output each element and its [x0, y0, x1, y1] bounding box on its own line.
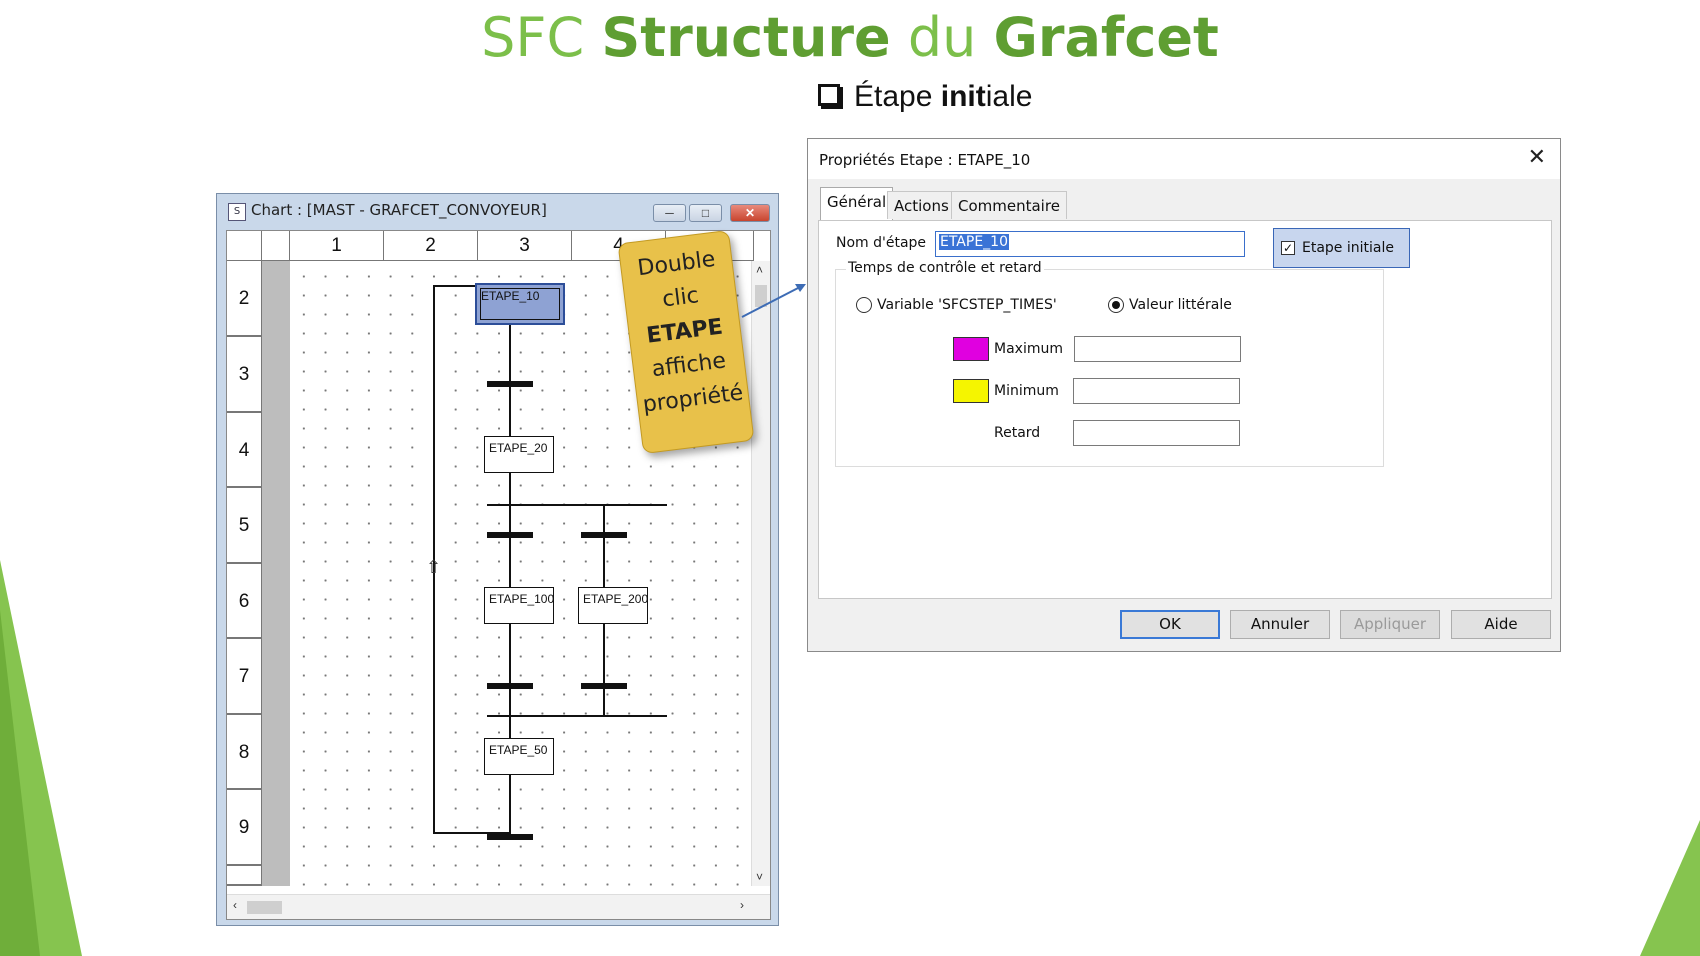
vertical-scroll-thumb[interactable] [755, 285, 767, 307]
step-etape-10[interactable]: ETAPE_10 [475, 283, 565, 325]
tab-general[interactable]: Général [820, 187, 894, 220]
horizontal-scroll-thumb[interactable] [247, 901, 282, 914]
cancel-button[interactable]: Annuler [1230, 610, 1330, 639]
min-label: Minimum [994, 383, 1059, 399]
bullet-text-pre: Étape [854, 80, 941, 113]
sfc-icon: S [228, 203, 246, 221]
delay-input[interactable] [1073, 420, 1240, 446]
column-header-3[interactable]: 3 [478, 231, 572, 261]
delay-label: Retard [994, 425, 1041, 441]
scroll-right-icon[interactable]: › [740, 898, 744, 912]
bullet-text-bold: init [940, 80, 986, 113]
tab-actions[interactable]: Actions [887, 191, 956, 219]
step-name-label: Nom d'étape [836, 235, 927, 251]
row-header-6[interactable]: 6 [227, 564, 262, 639]
row-header-10 [227, 866, 262, 886]
transition[interactable] [487, 834, 533, 840]
apply-button[interactable]: Appliquer [1340, 610, 1440, 639]
title-part-structure: Structure [601, 6, 891, 69]
row-header-7[interactable]: 7 [227, 639, 262, 715]
transition[interactable] [581, 683, 627, 689]
step-etape-20[interactable]: ETAPE_20 [484, 436, 554, 473]
min-input[interactable] [1073, 378, 1240, 404]
scroll-left-icon[interactable]: ‹ [233, 898, 237, 912]
strip-header [262, 231, 290, 261]
dialog-close-icon[interactable]: ✕ [1528, 145, 1546, 170]
row-header-8[interactable]: 8 [227, 715, 262, 790]
step-name-value: ETAPE_10 [939, 234, 1009, 250]
row-header-4[interactable]: 4 [227, 413, 262, 488]
slide-title: SFC Structure du Grafcet [0, 6, 1700, 69]
column-header-2[interactable]: 2 [384, 231, 478, 261]
max-color-swatch[interactable] [953, 337, 989, 361]
title-part-grafcet: Grafcet [993, 6, 1219, 69]
ok-button[interactable]: OK [1120, 610, 1220, 639]
transition[interactable] [487, 683, 533, 689]
dialog-titlebar[interactable]: Propriétés Etape : ETAPE_10 ✕ [808, 139, 1560, 179]
transition[interactable] [581, 532, 627, 538]
corner-header [227, 231, 262, 261]
step-etape-200[interactable]: ETAPE_200 [578, 587, 648, 624]
row-header-3[interactable]: 3 [227, 337, 262, 413]
radio-variable[interactable] [856, 297, 872, 313]
step-etape-100[interactable]: ETAPE_100 [484, 587, 554, 624]
radio-literal[interactable] [1108, 297, 1124, 313]
bullet-text-post: iale [985, 80, 1033, 113]
tab-commentaire[interactable]: Commentaire [951, 191, 1067, 219]
row-header-2[interactable]: 2 [227, 261, 262, 337]
row-header-9[interactable]: 9 [227, 790, 262, 866]
chart-window-title: Chart : [MAST - GRAFCET_CONVOYEUR] [251, 201, 547, 219]
scroll-up-icon[interactable]: ˄ [756, 263, 763, 277]
dialog-title: Propriétés Etape : ETAPE_10 [819, 151, 1031, 169]
divergence-line [487, 504, 667, 506]
maximize-button[interactable]: □ [689, 204, 722, 222]
initial-step-check-icon[interactable]: ✓ [1281, 241, 1295, 255]
step-etape-50[interactable]: ETAPE_50 [484, 738, 554, 775]
checkbox-bullet-icon [818, 84, 840, 107]
max-label: Maximum [994, 341, 1063, 357]
timing-group-label: Temps de contrôle et retard [846, 260, 1044, 276]
transition[interactable] [487, 532, 533, 538]
step-name-input[interactable]: ETAPE_10 [935, 231, 1245, 257]
close-button[interactable]: ✕ [730, 204, 770, 222]
timing-group: Temps de contrôle et retard Variable 'SF… [835, 260, 1384, 467]
bullet-initial-step: Étape initiale [818, 80, 1032, 114]
max-input[interactable] [1074, 336, 1241, 362]
vertical-scrollbar[interactable]: ˄ ˅ [751, 261, 770, 886]
jump-arrow-icon: ⇧ [426, 557, 442, 577]
help-button[interactable]: Aide [1451, 610, 1551, 639]
chart-titlebar[interactable]: S Chart : [MAST - GRAFCET_CONVOYEUR] ─ □… [217, 194, 778, 226]
title-part-sfc: SFC [481, 6, 602, 69]
horizontal-scrollbar[interactable]: ‹ › [227, 894, 770, 919]
step-properties-dialog: Propriétés Etape : ETAPE_10 ✕ Général Ac… [807, 138, 1561, 652]
initial-step-label: Etape initiale [1302, 240, 1394, 256]
radio-literal-label: Valeur littérale [1129, 297, 1232, 313]
title-part-du: du [890, 6, 994, 69]
initial-step-checkbox[interactable]: ✓ Etape initiale [1273, 228, 1410, 268]
convergence-line [487, 715, 667, 717]
transition[interactable] [487, 381, 533, 387]
row-header-5[interactable]: 5 [227, 488, 262, 564]
row-selection-strip [262, 261, 290, 886]
min-color-swatch[interactable] [953, 379, 989, 403]
radio-variable-label: Variable 'SFCSTEP_TIMES' [877, 297, 1057, 313]
scroll-down-icon[interactable]: ˅ [756, 870, 763, 884]
minimize-button[interactable]: ─ [653, 204, 686, 222]
column-header-1[interactable]: 1 [290, 231, 384, 261]
